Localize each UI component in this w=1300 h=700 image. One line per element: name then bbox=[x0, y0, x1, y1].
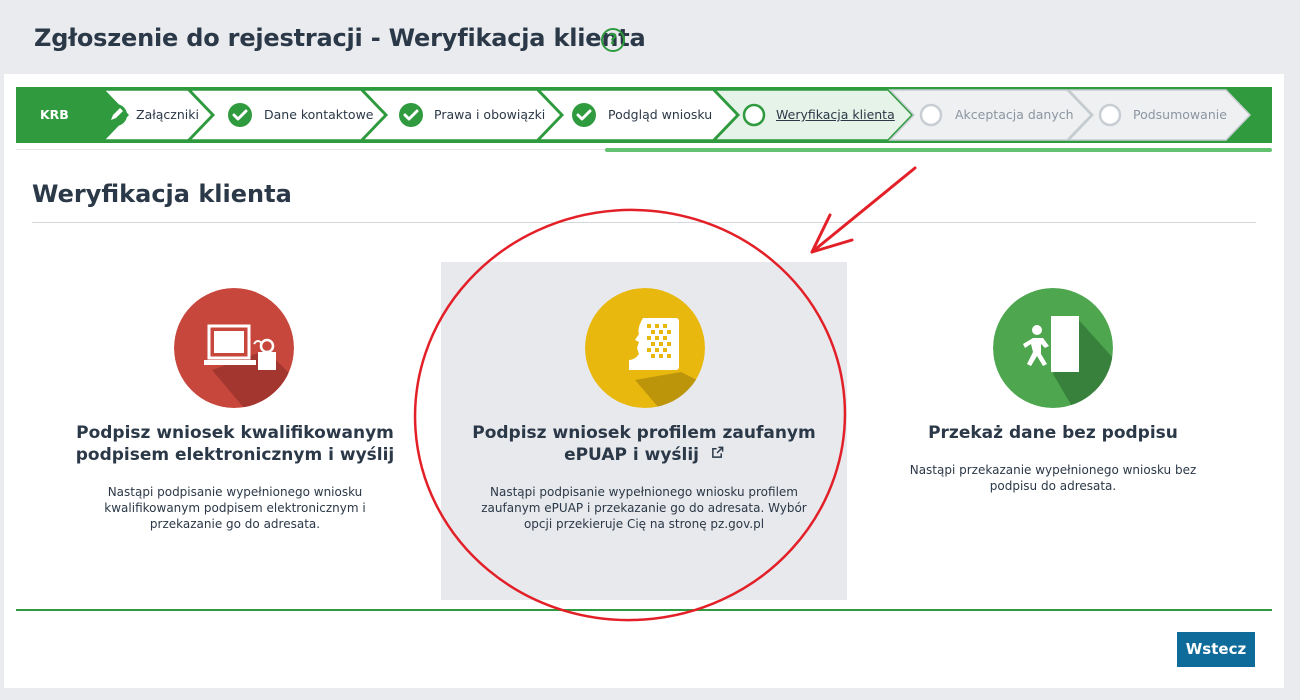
step-rights-duties[interactable]: Prawa i obowiązki bbox=[434, 87, 545, 143]
step-summary: Podsumowanie bbox=[1133, 107, 1227, 122]
option-title: Podpisz wniosek kwalifikowanym bbox=[76, 423, 394, 443]
page-header: Zgłoszenie do rejestracji - Weryfikacja … bbox=[0, 0, 1300, 74]
option-title: Przekaż dane bez podpisu bbox=[928, 423, 1178, 443]
stepper: KRB Załączniki Dane kontaktowe Prawa i o… bbox=[16, 87, 1272, 143]
stepper-start-label: KRB bbox=[40, 107, 69, 122]
option-description: kwalifikowanym podpisem elektronicznym i bbox=[104, 501, 366, 515]
option-qualified-signature[interactable]: Podpisz wniosek kwalifikowanym podpisem … bbox=[32, 262, 438, 600]
progress-bar bbox=[605, 148, 1272, 152]
step-client-verification[interactable]: Weryfikacja klienta bbox=[776, 87, 895, 143]
trusted-profile-icon bbox=[585, 288, 705, 408]
check-icon bbox=[399, 103, 423, 127]
option-title: podpisem elektronicznym i wyślij bbox=[75, 445, 395, 465]
check-icon bbox=[228, 103, 252, 127]
option-description: przekazanie go do adresata. bbox=[149, 517, 321, 531]
external-link-icon bbox=[712, 446, 724, 458]
back-button[interactable]: Wstecz bbox=[1177, 632, 1255, 667]
computer-signature-icon bbox=[174, 288, 294, 408]
section-title: Weryfikacja klienta bbox=[32, 180, 292, 208]
option-title: Podpisz wniosek profilem zaufanym bbox=[472, 423, 816, 443]
step-preview[interactable]: Podgląd wniosku bbox=[608, 87, 712, 143]
edit-icon bbox=[105, 104, 127, 126]
step-attachments[interactable]: Załączniki bbox=[136, 87, 199, 143]
section-divider bbox=[32, 222, 1256, 223]
stepper-divider bbox=[16, 149, 605, 150]
option-description: Nastąpi przekazanie wypełnionego wniosku… bbox=[909, 463, 1197, 477]
option-title: ePUAP i wyślij bbox=[564, 445, 699, 465]
option-trusted-profile[interactable]: Podpisz wniosek profilem zaufanym ePUAP … bbox=[441, 262, 847, 600]
footer-divider bbox=[16, 609, 1272, 611]
option-description: podpisu do adresata. bbox=[989, 479, 1117, 493]
pending-step-icon bbox=[1098, 103, 1122, 127]
option-no-signature[interactable]: Przekaż dane bez podpisu Nastąpi przekaz… bbox=[850, 262, 1256, 600]
person-door-icon bbox=[993, 288, 1113, 408]
current-step-icon bbox=[742, 103, 766, 127]
option-description: Nastąpi podpisanie wypełnionego wniosku bbox=[107, 485, 363, 499]
step-data-acceptance: Akceptacja danych bbox=[955, 107, 1074, 122]
page-title: Zgłoszenie do rejestracji - Weryfikacja … bbox=[34, 24, 646, 52]
pending-step-icon bbox=[919, 103, 943, 127]
check-icon bbox=[572, 103, 596, 127]
help-icon[interactable]: ? bbox=[601, 28, 625, 52]
option-description: zaufanym ePUAP i przekazanie go do adres… bbox=[481, 501, 807, 515]
option-description: Nastąpi podpisanie wypełnionego wniosku … bbox=[490, 485, 798, 499]
option-title-line2: ePUAP i wyślij bbox=[461, 444, 827, 466]
step-contact-data[interactable]: Dane kontaktowe bbox=[264, 87, 374, 143]
option-description: opcji przekieruje Cię na stronę pz.gov.p… bbox=[523, 517, 765, 531]
